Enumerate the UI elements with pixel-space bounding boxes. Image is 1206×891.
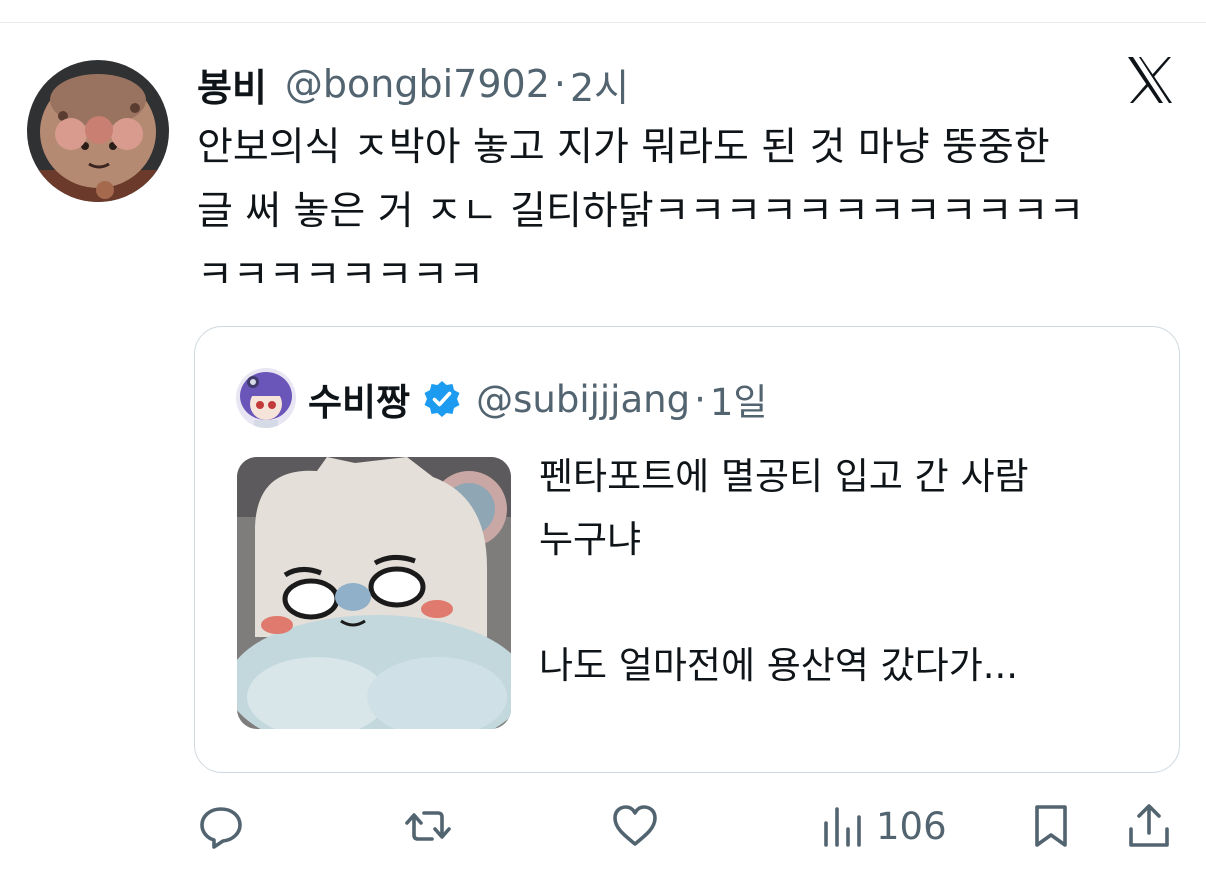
top-divider [0,22,1206,23]
views-button[interactable]: 106 [818,796,947,856]
quote-media-image [237,457,511,729]
views-count: 106 [876,804,947,848]
bookmark-icon [1035,805,1067,847]
quote-author-avatar[interactable] [236,368,296,428]
author-handle[interactable]: @bongbi7902 [285,62,550,106]
author-avatar-image [27,60,169,202]
reply-icon [200,807,242,849]
tweet-text: 안보의식 ㅈ박아 놓고 지가 뭐라도 된 것 마냥 뚱중한 글 써 놓은 거 ㅈ… [197,125,1085,298]
share-icon [1129,804,1169,847]
quote-tweet-card[interactable]: 수비짱 @subijjjang · 1일 펜타포트에 멸공티 입고 간 사람 누… [194,326,1180,773]
verified-badge-icon [422,379,462,419]
author-display-name[interactable]: 봉비 [197,57,267,112]
heart-icon [613,805,657,846]
quote-timestamp[interactable]: 1일 [710,372,768,426]
tweet-timestamp[interactable]: 2시 [570,57,629,112]
bookmark-button[interactable] [1026,796,1076,856]
reply-button[interactable] [196,796,246,856]
x-logo-icon [1124,54,1176,106]
separator-dot: · [553,62,566,106]
retweet-button[interactable] [403,796,453,856]
retweet-icon [405,811,451,841]
share-button[interactable] [1124,796,1174,856]
quote-media-thumbnail[interactable] [237,457,511,729]
tweet-action-bar: 106 [0,796,1206,860]
quote-separator-dot: · [694,377,706,421]
quote-header: 수비짱 @subijjjang · 1일 [308,371,767,427]
tweet-header: 봉비 @bongbi7902 · 2시 [197,56,629,112]
quote-text: 펜타포트에 멸공티 입고 간 사람 누구냐 나도 얼마전에 용산역 갔다가... [539,455,1029,687]
like-button[interactable] [610,796,660,856]
quote-author-handle[interactable]: @subijjjang [476,378,690,421]
quote-author-avatar-image [236,368,296,428]
author-avatar[interactable] [27,60,169,202]
views-bar-chart-icon [824,807,861,847]
quote-author-display-name[interactable]: 수비짱 [308,372,410,426]
